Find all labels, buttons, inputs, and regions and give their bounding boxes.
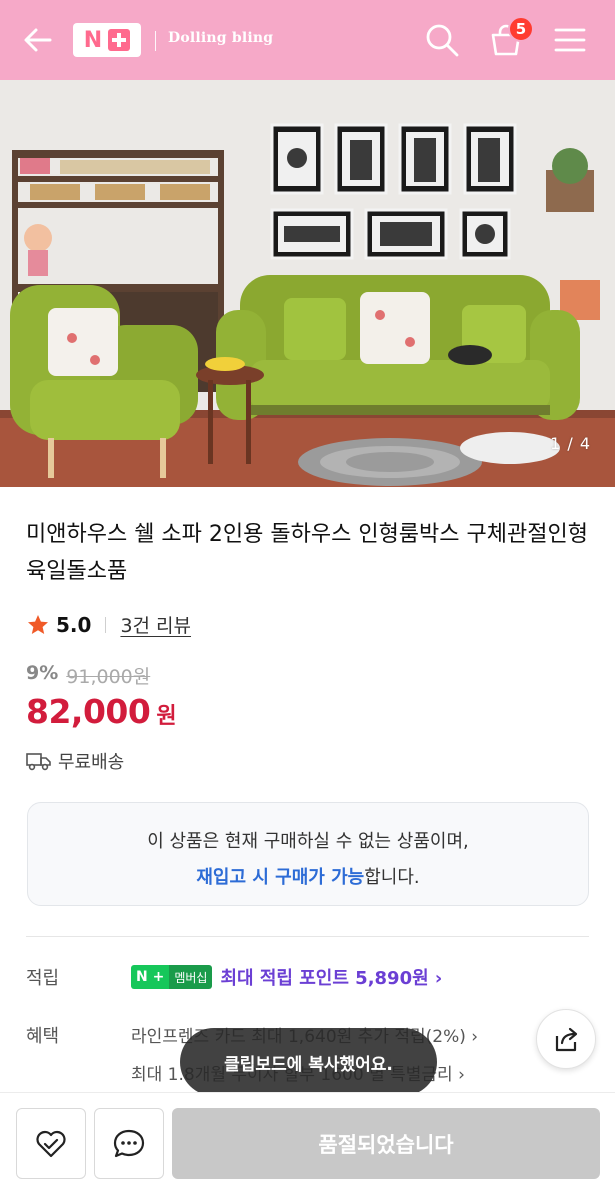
sale-price: 82,000 원 [26,692,177,731]
notice-line-1: 이 상품은 현재 구매하실 수 없는 상품이며, [147,831,469,852]
back-arrow-icon[interactable] [22,24,54,56]
bottom-action-bar: 품절되었습니다 [0,1092,615,1200]
shipping-text: 무료배송 [58,752,125,773]
npay-membership-badge: N + 멤버십 [131,965,213,989]
wishlist-button[interactable] [16,1108,86,1179]
benefit-label: 혜택 [26,1026,60,1047]
rating-divider [105,616,107,633]
restock-notice-box: 이 상품은 현재 구매하실 수 없는 상품이며, 재입고 시 구매가 가능합니다… [27,802,589,906]
image-counter: 1 / 4 [550,434,591,453]
header-divider [155,31,156,51]
n-plus-logo[interactable]: N [73,23,141,57]
notice-line-2: 재입고 시 구매가 가능합니다. [28,863,588,889]
star-icon [28,614,48,634]
notice-line-2-rest: 합니다. [364,867,420,888]
shipping-info: 무료배송 [26,748,124,774]
clipboard-toast: 클립보드에 복사했어요. [180,1028,437,1096]
section-divider [26,936,589,937]
heart-check-icon [36,1130,66,1157]
store-brand-name[interactable]: Dolling bling [168,30,273,46]
rating-score: 5.0 [56,612,92,637]
sold-out-button[interactable]: 품절되었습니다 [172,1108,600,1179]
top-header: N Dolling bling 5 [0,0,615,80]
product-title: 미앤하우스 쉘 소파 2인용 돌하우스 인형룸박스 구체관절인형 육일돌소품 [26,522,588,584]
points-label: 적립 [26,968,60,989]
cart-count-badge: 5 [508,16,534,42]
price-unit: 원 [156,704,177,729]
rating-row: 5.0 3건 리뷰 [26,611,191,638]
max-points-link[interactable]: 최대 적립 포인트 5,890원 › [220,964,442,990]
share-button[interactable] [536,1009,596,1069]
hamburger-menu-icon[interactable] [552,22,588,58]
truck-icon [26,753,51,771]
product-image-carousel[interactable]: 1 / 4 [0,80,615,487]
search-icon[interactable] [424,22,460,58]
share-icon [555,1027,578,1052]
chat-inquiry-button[interactable] [94,1108,164,1179]
npay-mark: N + [131,965,170,989]
review-count-link[interactable]: 3건 리뷰 [120,611,191,638]
chat-bubble-icon [113,1129,145,1157]
price-amount: 82,000 [26,692,151,731]
product-photo-illustration [0,80,615,487]
discount-row: 9% 91,000원 [26,662,150,689]
points-row[interactable]: N + 멤버십 최대 적립 포인트 5,890원 › [131,964,442,990]
discount-percent: 9% [26,662,59,684]
plus-icon [108,29,131,51]
membership-text: 멤버십 [169,965,213,989]
original-price: 91,000원 [66,666,151,688]
notice-highlight: 재입고 시 구매가 가능 [196,867,365,888]
